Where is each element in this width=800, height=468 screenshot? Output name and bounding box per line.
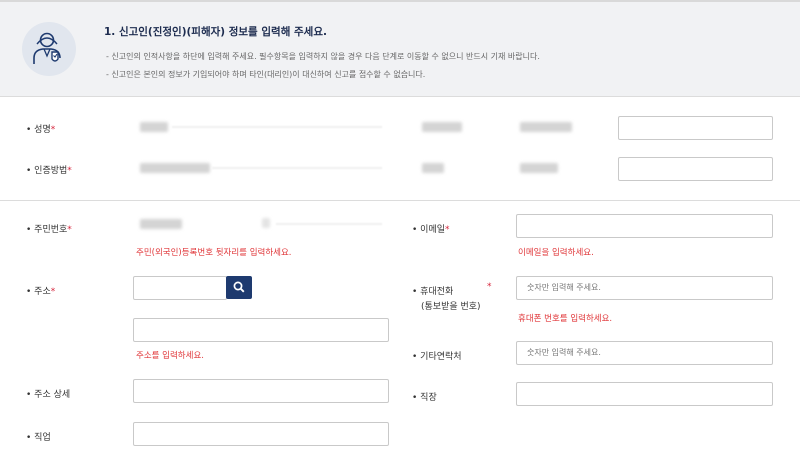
job-input[interactable] — [133, 422, 389, 446]
user-shield-icon — [22, 22, 76, 76]
section-note-1: - 신고인의 인적사항을 하단에 입력해 주세요. 필수항목을 입력하지 않을 … — [106, 52, 540, 61]
address-detail-input[interactable] — [133, 379, 389, 403]
resident-no-error: 주민(외국인)등록번호 뒷자리를 입력하세요. — [136, 248, 292, 258]
address-label: • 주소* — [26, 287, 56, 297]
masked-label-right-2 — [422, 163, 444, 173]
other-contact-input[interactable]: 숫자만 입력해 주세요. — [516, 341, 773, 365]
email-error: 이메일을 입력하세요. — [518, 248, 594, 258]
masked-input-right-1[interactable] — [618, 116, 773, 140]
masked-value-right-2 — [520, 163, 558, 173]
auth-method-label: • 인증방법* — [26, 166, 72, 176]
auth-method-masked-line — [212, 167, 382, 169]
auth-method-masked-value — [140, 163, 210, 173]
masked-label-right-1 — [422, 122, 462, 132]
address-input[interactable] — [133, 318, 389, 342]
section-divider — [0, 200, 800, 201]
email-label: • 이메일* — [412, 225, 450, 235]
name-masked-line — [172, 126, 382, 128]
masked-value-right-1 — [520, 122, 572, 132]
mobile-input[interactable]: 숫자만 입력해 주세요. — [516, 276, 773, 300]
section-note-2: - 신고인은 본인의 정보가 기입되어야 하며 타인(대리인)이 대신하여 신고… — [106, 70, 426, 79]
address-search-button[interactable] — [226, 276, 252, 299]
resident-no-masked-front — [140, 219, 182, 229]
section-title: 1. 신고인(진정인)(피해자) 정보를 입력해 주세요. — [104, 26, 327, 38]
name-label: • 성명* — [26, 125, 56, 135]
other-contact-label: • 기타연락처 — [412, 352, 462, 362]
section-header: 1. 신고인(진정인)(피해자) 정보를 입력해 주세요. - 신고인의 인적사… — [0, 0, 800, 97]
resident-no-label: • 주민번호* — [26, 225, 72, 235]
mobile-label-sub: (통보받을 번호) — [421, 302, 481, 312]
mobile-label: • 휴대전화 — [412, 287, 454, 297]
masked-input-right-2[interactable] — [618, 157, 773, 181]
zipcode-input[interactable] — [133, 276, 227, 300]
resident-no-masked-dash — [262, 218, 270, 228]
job-label: • 직업 — [26, 433, 51, 443]
address-error: 주소를 입력하세요. — [136, 351, 204, 361]
email-input[interactable] — [516, 214, 773, 238]
workplace-label: • 직장 — [412, 393, 437, 403]
workplace-input[interactable] — [516, 382, 773, 406]
resident-no-masked-back — [276, 223, 382, 225]
search-icon — [233, 281, 245, 293]
name-masked-value — [140, 122, 168, 132]
address-detail-label: • 주소 상세 — [26, 390, 71, 400]
mobile-required-mark: * — [487, 282, 492, 292]
mobile-error: 휴대폰 번호를 입력하세요. — [518, 314, 613, 324]
